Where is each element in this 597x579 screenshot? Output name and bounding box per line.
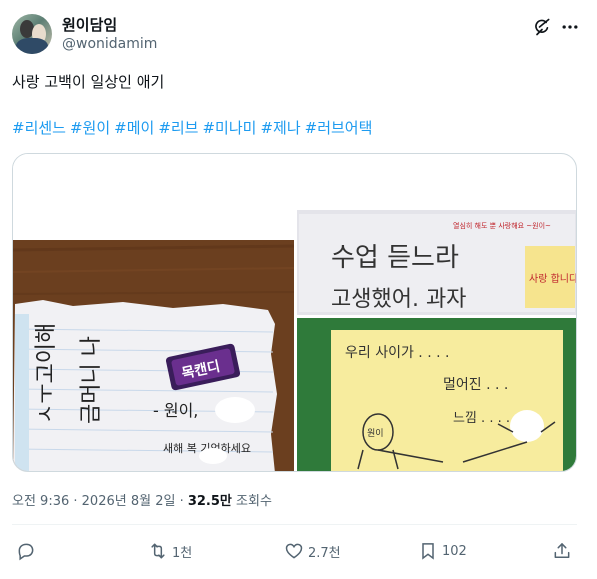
- hashtag-link[interactable]: #메이: [114, 119, 154, 137]
- reply-icon: [18, 543, 34, 561]
- bookmark-count: 102: [442, 543, 467, 559]
- bookmark-icon: [422, 543, 434, 560]
- retweet-count: 1천: [172, 545, 193, 561]
- like-count: 2.7천: [308, 545, 341, 561]
- note-line: 멀어진 . . .: [443, 377, 508, 393]
- note-line: 우리 사이가 . . . .: [345, 345, 449, 361]
- hashtag-link[interactable]: #제나: [260, 119, 300, 137]
- hashtag-link[interactable]: #리센느: [12, 119, 66, 137]
- retweet-button[interactable]: 1천: [148, 539, 192, 563]
- redaction-blur: [199, 448, 227, 464]
- note-line: 느낌 . . . . .: [453, 411, 518, 426]
- reply-button[interactable]: [16, 539, 40, 563]
- hashtag-list: #리센느 #원이 #메이 #리브 #미나미 #제나 #러브어택: [12, 118, 376, 138]
- redaction-blur: [215, 397, 255, 423]
- media-image-left[interactable]: ㅅㅜ고이해 금머니 나 목캔디 - 원이, 새해 복 기억하세요: [13, 154, 295, 472]
- author-name[interactable]: 원이담임: [62, 14, 117, 35]
- share-button[interactable]: [552, 539, 572, 563]
- media-image-top-right[interactable]: 열심히 해도 뿐 사랑해요 ~원이~ 수업 듣느라 고생했어. 과자 사랑 합니…: [297, 210, 577, 315]
- media-grid: ㅅㅜ고이해 금머니 나 목캔디 - 원이, 새해 복 기억하세요 열심히 해도 …: [12, 153, 577, 472]
- avatar[interactable]: [12, 14, 52, 54]
- separator: ·: [175, 494, 188, 509]
- hashtag-link[interactable]: #러브어택: [305, 119, 373, 137]
- post-timestamp: 오전 9:36 · 2026년 8월 2일 · 32.5만 조회수: [12, 490, 272, 509]
- view-label: 조회수: [236, 494, 272, 509]
- tweet-text: 사랑 고백이 일상인 애기: [12, 73, 165, 91]
- post-date[interactable]: 2026년 8월 2일: [82, 494, 176, 509]
- note-handwriting: 금머니 나: [79, 336, 104, 424]
- hashtag-link[interactable]: #리브: [158, 119, 198, 137]
- post-time[interactable]: 오전 9:36: [12, 494, 69, 509]
- divider: [12, 524, 577, 525]
- grok-icon: [535, 18, 550, 36]
- note-header: 열심히 해도 뿐 사랑해요 ~원이~: [453, 221, 551, 230]
- heart-icon: [285, 543, 303, 559]
- separator: ·: [69, 494, 82, 509]
- redaction-blur: [510, 410, 544, 442]
- more-icon: [562, 25, 578, 29]
- author-handle[interactable]: @wonidamim: [62, 36, 157, 52]
- note-line: 고생했어. 과자: [331, 287, 466, 312]
- view-count: 32.5만: [187, 494, 232, 509]
- action-bar: 1천 2.7천 102: [0, 534, 597, 568]
- note-signature: - 원이,: [153, 401, 198, 420]
- share-icon: [554, 543, 570, 558]
- retweet-icon: [151, 543, 165, 559]
- like-button[interactable]: 2.7천: [284, 539, 341, 563]
- bookmark-button[interactable]: 102: [418, 539, 467, 563]
- note-line: 수업 듣느라: [331, 243, 459, 273]
- media-image-bottom-right[interactable]: 우리 사이가 . . . . 멀어진 . . . 느낌 . . . . . 원이: [297, 318, 577, 472]
- hashtag-link[interactable]: #원이: [70, 119, 110, 137]
- sticky-note-text: 사랑 합니다: [529, 273, 577, 285]
- grok-button[interactable]: [530, 15, 554, 39]
- note-handwriting: ㅅㅜ고이해: [34, 323, 59, 424]
- more-options-button[interactable]: [558, 15, 582, 39]
- tweet-post: 원이담임 @wonidamim 사랑 고백이 일상인 애기 #리센느 #원이 #메이…: [0, 0, 597, 579]
- hashtag-link[interactable]: #미나미: [202, 119, 256, 137]
- figure-label: 원이: [367, 428, 384, 439]
